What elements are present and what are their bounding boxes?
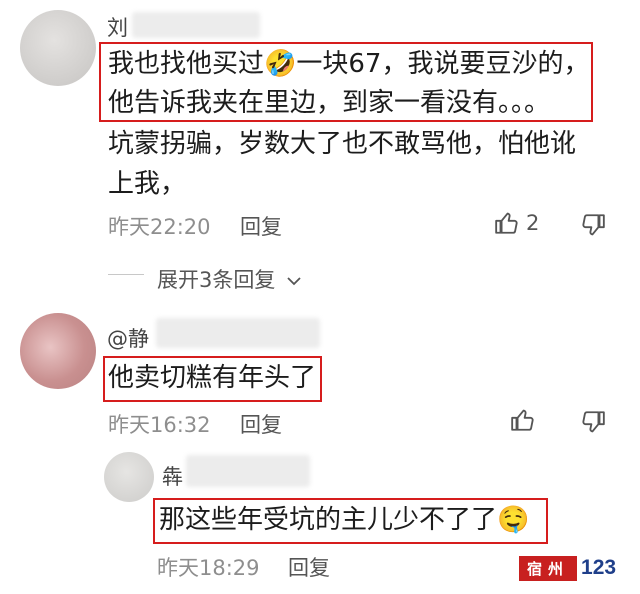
comment-text: 那这些年受坑的主儿少不了了🤤 <box>159 505 530 535</box>
watermark: 宿州 123 <box>519 553 616 583</box>
username-redaction <box>132 12 260 38</box>
username[interactable]: 犇 <box>162 461 183 491</box>
chevron-down-icon <box>287 277 301 286</box>
comment-text-line: 上我， <box>108 169 187 199</box>
comment-time: 昨天22:20 <box>108 215 211 239</box>
thumbs-up-icon[interactable] <box>510 407 536 433</box>
reply-button[interactable]: 回复 <box>240 409 282 439</box>
comment-text-line: 我也找他买过🤣一块67，我说要豆沙的， <box>108 49 590 79</box>
comment-text: 他卖切糕有年头了 <box>108 363 317 393</box>
expand-replies-label: 展开3条回复 <box>157 268 276 292</box>
watermark-seal: 宿州 <box>519 555 578 581</box>
comment-time: 昨天18:29 <box>157 556 260 580</box>
comment-text-line: 他告诉我夹在里边，到家一看没有。。。 <box>108 88 551 118</box>
avatar[interactable] <box>20 313 96 389</box>
thumbs-down-icon[interactable] <box>580 212 606 238</box>
like-count: 2 <box>526 211 540 235</box>
avatar[interactable] <box>104 452 154 502</box>
expand-replies-button[interactable]: 展开3条回复 <box>157 264 302 294</box>
watermark-number: 123 <box>581 556 617 579</box>
username-redaction <box>186 455 310 487</box>
comment-text-line: 坑蒙拐骗，岁数大了也不敢骂他，怕他讹 <box>108 129 577 159</box>
avatar[interactable] <box>20 10 96 86</box>
divider <box>108 274 144 275</box>
thumbs-up-icon[interactable] <box>494 210 520 236</box>
thumbs-down-icon[interactable] <box>580 409 606 435</box>
username[interactable]: 刘 <box>107 12 128 42</box>
username[interactable]: @静 <box>107 323 149 353</box>
username-redaction <box>156 318 320 348</box>
comment-time: 昨天16:32 <box>108 413 211 437</box>
reply-button[interactable]: 回复 <box>288 552 330 582</box>
reply-button[interactable]: 回复 <box>240 211 282 241</box>
